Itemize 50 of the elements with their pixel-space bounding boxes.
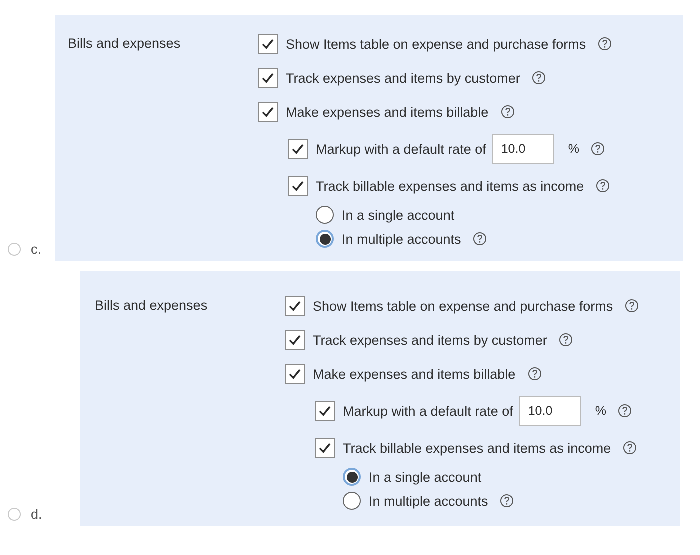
radio-button[interactable] (343, 468, 361, 486)
section-heading: Bills and expenses (95, 297, 209, 315)
help-icon[interactable] (598, 37, 612, 51)
checkbox[interactable] (315, 438, 335, 458)
checkbox[interactable] (285, 296, 305, 316)
help-icon[interactable] (625, 299, 640, 313)
checkbox[interactable] (258, 34, 278, 54)
checkbox[interactable] (285, 364, 305, 384)
help-icon[interactable] (500, 105, 515, 119)
checkbox[interactable] (288, 139, 308, 159)
checkbox-label: Markup with a default rate of (343, 404, 514, 418)
help-icon[interactable] (473, 232, 488, 246)
option-label: d. (31, 507, 42, 522)
radio-label: In a single account (369, 470, 482, 484)
radio-label: In multiple accounts (342, 232, 462, 246)
checkbox-label: Make expenses and items billable (286, 104, 489, 120)
checkbox-label: Show Items table on expense and purchase forms (286, 36, 586, 52)
radio-label: In a single account (342, 208, 455, 222)
checkbox[interactable] (285, 330, 305, 350)
unit-label: % (595, 404, 606, 418)
help-icon[interactable] (532, 71, 546, 85)
checkbox-label: Track billable expenses and items as income (343, 440, 612, 456)
section-heading: Bills and expenses (68, 35, 182, 53)
checkbox-label: Make expenses and items billable (313, 366, 516, 382)
checkbox-label: Track billable expenses and items as income (316, 178, 584, 194)
checkbox[interactable] (258, 102, 278, 122)
help-icon[interactable] (618, 404, 632, 418)
radio-button[interactable] (8, 243, 21, 256)
checkbox-label: Show Items table on expense and purchase forms (313, 298, 614, 314)
radio-button[interactable] (316, 206, 334, 224)
help-icon[interactable] (591, 142, 606, 156)
help-icon[interactable] (559, 333, 574, 347)
radio-label: In multiple accounts (369, 494, 488, 508)
help-icon[interactable] (528, 367, 542, 381)
input-field[interactable]: 10.0 (492, 134, 554, 164)
checkbox-label: Markup with a default rate of (316, 142, 486, 156)
option-label: c. (31, 242, 42, 257)
checkbox-label: Track expenses and items by customer (286, 70, 520, 86)
radio-button[interactable] (343, 492, 361, 510)
radio-button[interactable] (8, 508, 21, 521)
help-icon[interactable] (500, 494, 514, 508)
checkbox[interactable] (315, 401, 335, 421)
help-icon[interactable] (596, 179, 610, 193)
input-field[interactable]: 10.0 (519, 396, 582, 426)
checkbox[interactable] (288, 176, 308, 196)
checkbox[interactable] (258, 68, 278, 88)
unit-label: % (568, 142, 580, 156)
checkbox-label: Track expenses and items by customer (313, 332, 548, 348)
help-icon[interactable] (623, 441, 638, 455)
radio-button[interactable] (316, 230, 334, 248)
